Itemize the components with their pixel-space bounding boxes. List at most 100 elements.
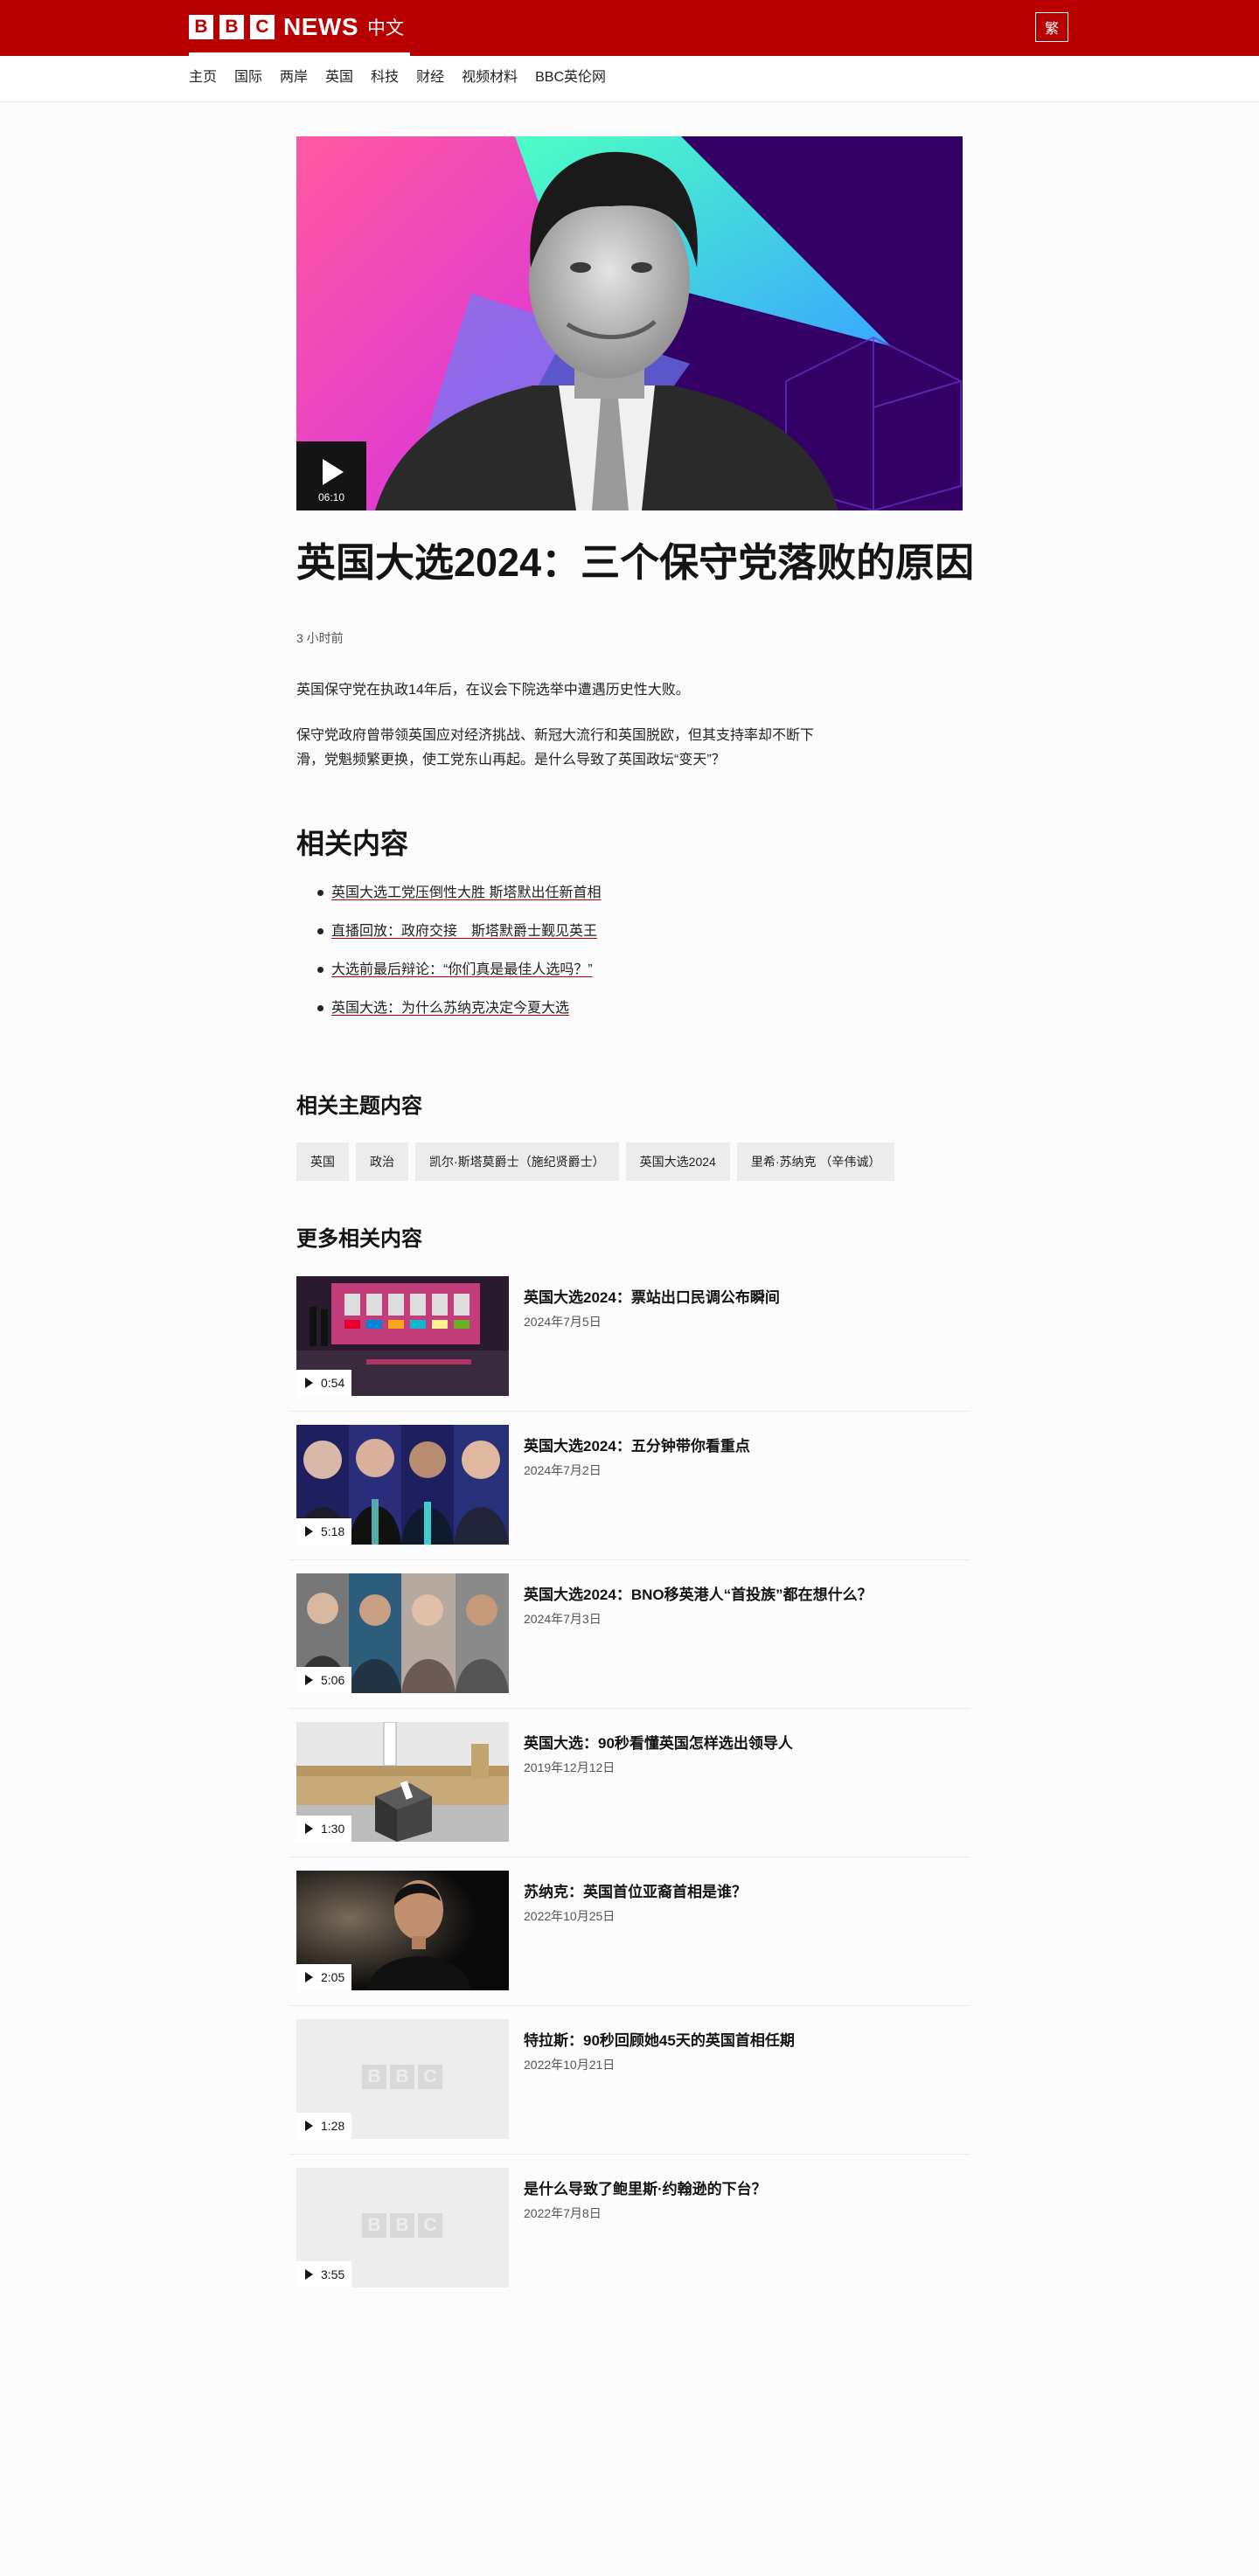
nav-item-uk[interactable]: 英国 <box>325 68 353 87</box>
more-item-title[interactable]: 英国大选：90秒看懂英国怎样选出领导人 <box>524 1731 961 1753</box>
hero-video-thumbnail[interactable] <box>296 136 963 510</box>
play-icon <box>305 2121 313 2131</box>
placeholder-letter: B <box>362 2065 386 2089</box>
divider <box>289 1411 970 1412</box>
more-item-date: 2024年7月2日 <box>524 1463 602 1477</box>
video-duration: 0:54 <box>321 1376 345 1390</box>
video-thumbnail[interactable]: B B C 3:55 <box>296 2168 509 2288</box>
more-item[interactable]: 5:06 英国大选2024：BNO移英港人“首投族”都在想什么？ 2024年7月… <box>296 1573 963 1693</box>
related-link[interactable]: 英国大选工党压倒性大胜 斯塔默出任新首相 <box>296 874 601 913</box>
nav-item-video[interactable]: 视频材料 <box>462 68 518 87</box>
play-icon <box>305 2269 313 2280</box>
more-item[interactable]: B B C 3:55 是什么导致了鲍里斯·约翰逊的下台？ 2022年7月8日 <box>296 2168 963 2288</box>
play-icon <box>305 1823 313 1834</box>
play-icon <box>305 1675 313 1685</box>
divider <box>289 2154 970 2155</box>
video-thumbnail[interactable]: 5:06 <box>296 1573 509 1693</box>
more-item-title[interactable]: 英国大选2024：票站出口民调公布瞬间 <box>524 1285 961 1307</box>
divider <box>289 1559 970 1560</box>
article-timestamp: 3 小时前 <box>296 631 344 645</box>
more-item[interactable]: B B C 1:28 特拉斯：90秒回顾她45天的英国首相任期 2022年10月… <box>296 2019 963 2139</box>
related-link[interactable]: 直播回放：政府交接 斯塔默爵士觐见英王 <box>296 913 601 951</box>
logo-letter-b1: B <box>189 15 213 39</box>
topic-tags: 英国 政治 凯尔·斯塔莫爵士（施纪贤爵士） 英国大选2024 里希·苏纳克 （辛… <box>296 1142 901 1181</box>
more-item-date: 2022年7月8日 <box>524 2206 602 2220</box>
more-item-date: 2024年7月3日 <box>524 1612 602 1626</box>
more-item-title[interactable]: 英国大选2024：BNO移英港人“首投族”都在想什么？ <box>524 1582 961 1604</box>
video-duration: 2:05 <box>321 1970 345 1984</box>
placeholder-letter: B <box>362 2213 386 2238</box>
nav-item-bbc-uk-china[interactable]: BBC英伦网 <box>535 68 606 87</box>
more-item[interactable]: 2:05 苏纳克：英国首位亚裔首相是谁？ 2022年10月25日 <box>296 1871 963 1990</box>
bbc-news-chinese-logo[interactable]: B B C NEWS 中文 <box>189 13 404 41</box>
related-link-text[interactable]: 英国大选工党压倒性大胜 斯塔默出任新首相 <box>331 885 601 900</box>
related-link-text[interactable]: 直播回放：政府交接 斯塔默爵士觐见英王 <box>331 924 597 939</box>
nav-item-home[interactable]: 主页 <box>189 68 217 87</box>
more-item-date: 2022年10月21日 <box>524 2058 616 2072</box>
video-thumbnail[interactable]: 2:05 <box>296 1871 509 1990</box>
hero-video-duration: 06:10 <box>317 491 345 503</box>
main-navigation: 主页 国际 两岸 英国 科技 财经 视频材料 BBC英伦网 <box>0 56 1259 102</box>
related-content-heading: 相关内容 <box>296 828 409 859</box>
nav-item-cross-strait[interactable]: 两岸 <box>280 68 308 87</box>
video-thumbnail[interactable]: 0:54 <box>296 1276 509 1396</box>
related-link-text[interactable]: 大选前最后辩论：“你们真是最佳人选吗？” <box>331 962 593 977</box>
traditional-chinese-toggle[interactable]: 繁 <box>1035 12 1068 42</box>
more-item-title[interactable]: 特拉斯：90秒回顾她45天的英国首相任期 <box>524 2028 961 2050</box>
nav-item-business[interactable]: 财经 <box>416 68 444 87</box>
top-bar: B B C NEWS 中文 繁 <box>0 0 1259 56</box>
nav-item-technology[interactable]: 科技 <box>371 68 399 87</box>
video-duration: 1:28 <box>321 2119 345 2133</box>
video-duration-badge: 0:54 <box>296 1370 352 1396</box>
video-duration: 3:55 <box>321 2267 345 2281</box>
divider <box>289 2005 970 2006</box>
article-headline: 英国大选2024：三个保守党落败的原因 <box>296 540 975 585</box>
nav-item-world[interactable]: 国际 <box>234 68 262 87</box>
placeholder-letter: B <box>390 2213 414 2238</box>
related-link[interactable]: 英国大选：为什么苏纳克决定今夏大选 <box>296 989 601 1028</box>
topic-tag[interactable]: 里希·苏纳克 （辛伟诚） <box>736 1142 895 1181</box>
video-duration-badge: 2:05 <box>296 1964 352 1990</box>
play-icon <box>323 459 344 485</box>
more-item-date: 2024年7月5日 <box>524 1315 602 1329</box>
logo-letter-b2: B <box>219 15 244 39</box>
more-item-date: 2022年10月25日 <box>524 1909 616 1923</box>
logo-language-text: 中文 <box>367 18 404 38</box>
video-duration-badge: 5:18 <box>296 1518 352 1545</box>
article-paragraph-2: 保守党政府曾带领英国应对经济挑战、新冠大流行和英国脱欧，但其支持率却不断下滑，党… <box>296 728 815 767</box>
video-thumbnail[interactable]: 5:18 <box>296 1425 509 1545</box>
related-content-list: 英国大选工党压倒性大胜 斯塔默出任新首相 直播回放：政府交接 斯塔默爵士觐见英王… <box>296 874 601 1028</box>
placeholder-letter: B <box>390 2065 414 2089</box>
more-item[interactable]: 0:54 英国大选2024：票站出口民调公布瞬间 2024年7月5日 <box>296 1276 963 1396</box>
hero-play-button[interactable]: 06:10 <box>296 441 366 510</box>
more-item-title[interactable]: 是什么导致了鲍里斯·约翰逊的下台？ <box>524 2177 961 2198</box>
video-duration: 5:06 <box>321 1673 345 1687</box>
video-thumbnail[interactable]: B B C 1:28 <box>296 2019 509 2139</box>
play-icon <box>305 1378 313 1388</box>
video-duration-badge: 5:06 <box>296 1667 352 1693</box>
bbc-placeholder-logo: B B C <box>362 2213 446 2238</box>
logo-letter-c: C <box>250 15 275 39</box>
more-item-title[interactable]: 苏纳克：英国首位亚裔首相是谁？ <box>524 1879 961 1901</box>
video-duration-badge: 3:55 <box>296 2261 352 2288</box>
topic-tag[interactable]: 英国大选2024 <box>625 1142 730 1181</box>
more-item[interactable]: 1:30 英国大选：90秒看懂英国怎样选出领导人 2019年12月12日 <box>296 1722 963 1842</box>
more-related-heading: 更多相关内容 <box>296 1227 422 1251</box>
bbc-placeholder-logo: B B C <box>362 2065 446 2089</box>
placeholder-letter: C <box>418 2065 442 2089</box>
topic-tag[interactable]: 政治 <box>356 1142 408 1181</box>
video-thumbnail[interactable]: 1:30 <box>296 1722 509 1842</box>
related-link-text[interactable]: 英国大选：为什么苏纳克决定今夏大选 <box>331 1001 569 1016</box>
topic-tag[interactable]: 凯尔·斯塔莫爵士（施纪贤爵士） <box>415 1142 619 1181</box>
placeholder-letter: C <box>418 2213 442 2238</box>
related-topics-heading: 相关主题内容 <box>296 1094 422 1118</box>
hero-image <box>296 136 963 510</box>
topic-tag[interactable]: 英国 <box>296 1142 349 1181</box>
more-item[interactable]: 5:18 英国大选2024：五分钟带你看重点 2024年7月2日 <box>296 1425 963 1545</box>
play-icon <box>305 1972 313 1982</box>
logo-news-text: NEWS <box>283 13 358 40</box>
video-duration: 1:30 <box>321 1822 345 1836</box>
more-item-title[interactable]: 英国大选2024：五分钟带你看重点 <box>524 1434 961 1455</box>
related-link[interactable]: 大选前最后辩论：“你们真是最佳人选吗？” <box>296 951 601 989</box>
video-duration: 5:18 <box>321 1524 345 1538</box>
